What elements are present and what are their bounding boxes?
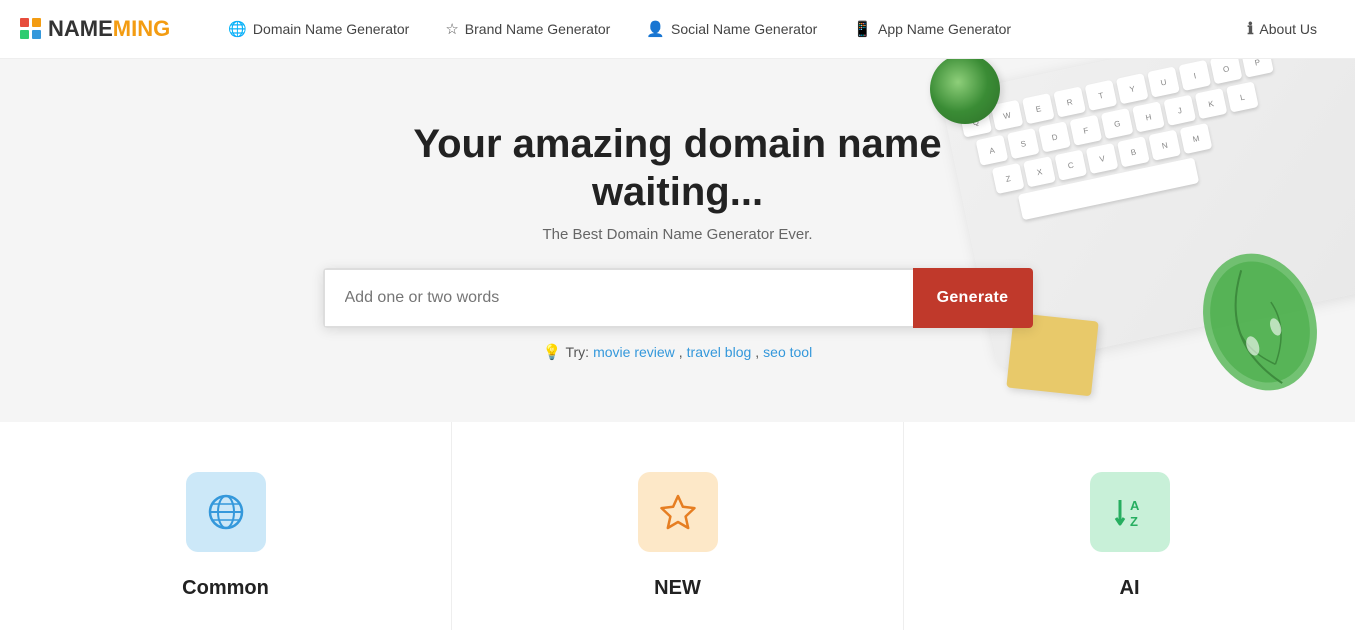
card-new-label: NEW <box>654 577 701 600</box>
header: NAMEMING 🌐 Domain Name Generator ☆ Brand… <box>0 0 1355 59</box>
globe-card-icon <box>206 492 246 532</box>
person-icon: 👤 <box>646 20 665 38</box>
main-nav: 🌐 Domain Name Generator ☆ Brand Name Gen… <box>210 0 1229 59</box>
nav-domain[interactable]: 🌐 Domain Name Generator <box>210 0 427 59</box>
try-link-2[interactable]: seo tool <box>763 344 812 360</box>
globe-icon: 🌐 <box>228 20 247 38</box>
star-icon: ☆ <box>445 20 458 38</box>
nav-app-label: App Name Generator <box>878 21 1011 37</box>
logo[interactable]: NAMEMING <box>20 16 170 42</box>
nav-brand-label: Brand Name Generator <box>465 21 611 37</box>
nav-app[interactable]: 📱 App Name Generator <box>835 0 1029 59</box>
search-bar: Generate <box>323 268 1033 328</box>
leaf-decoration <box>1195 247 1325 402</box>
ai-icon-wrap: A Z <box>1090 472 1170 552</box>
plant-top-decoration <box>930 59 1000 124</box>
card-common-label: Common <box>182 577 269 600</box>
search-input[interactable] <box>323 268 913 328</box>
nav-about[interactable]: ℹ About Us <box>1229 0 1335 59</box>
try-suggestions: 💡 Try: movie review, travel blog, seo to… <box>323 343 1033 361</box>
lightbulb-icon: 💡 <box>543 343 562 361</box>
nav-about-label: About Us <box>1259 21 1317 37</box>
nav-domain-label: Domain Name Generator <box>253 21 409 37</box>
nav-social-label: Social Name Generator <box>671 21 817 37</box>
card-common[interactable]: Common <box>0 422 452 630</box>
svg-text:Z: Z <box>1130 514 1138 529</box>
try-link-0[interactable]: movie review <box>593 344 675 360</box>
hero-subtitle: The Best Domain Name Generator Ever. <box>323 226 1033 243</box>
common-icon-wrap <box>186 472 266 552</box>
nav-social[interactable]: 👤 Social Name Generator <box>628 0 835 59</box>
generate-button[interactable]: Generate <box>913 268 1033 328</box>
nav-brand[interactable]: ☆ Brand Name Generator <box>427 0 628 59</box>
card-new[interactable]: NEW <box>452 422 904 630</box>
hero-section: QWERTYUIOP ASDFGHJKL ZXCVBNM <box>0 59 1355 422</box>
logo-highlight-text: MING <box>113 16 170 41</box>
info-icon: ℹ <box>1247 19 1253 39</box>
cards-section: Common NEW A Z AI <box>0 422 1355 630</box>
card-ai-label: AI <box>1120 577 1140 600</box>
hero-title: Your amazing domain name waiting... <box>323 120 1033 216</box>
try-comma-0: , <box>679 344 683 360</box>
try-link-1[interactable]: travel blog <box>687 344 752 360</box>
logo-name-text: NAME <box>48 16 113 41</box>
hero-content: Your amazing domain name waiting... The … <box>303 120 1053 361</box>
try-comma-1: , <box>755 344 759 360</box>
sort-az-card-icon: A Z <box>1110 492 1150 532</box>
new-icon-wrap <box>638 472 718 552</box>
logo-icon <box>20 18 42 40</box>
card-ai[interactable]: A Z AI <box>904 422 1355 630</box>
mobile-icon: 📱 <box>853 20 872 38</box>
svg-text:A: A <box>1130 498 1140 513</box>
try-label: Try: <box>565 344 589 360</box>
star-card-icon <box>658 492 698 532</box>
